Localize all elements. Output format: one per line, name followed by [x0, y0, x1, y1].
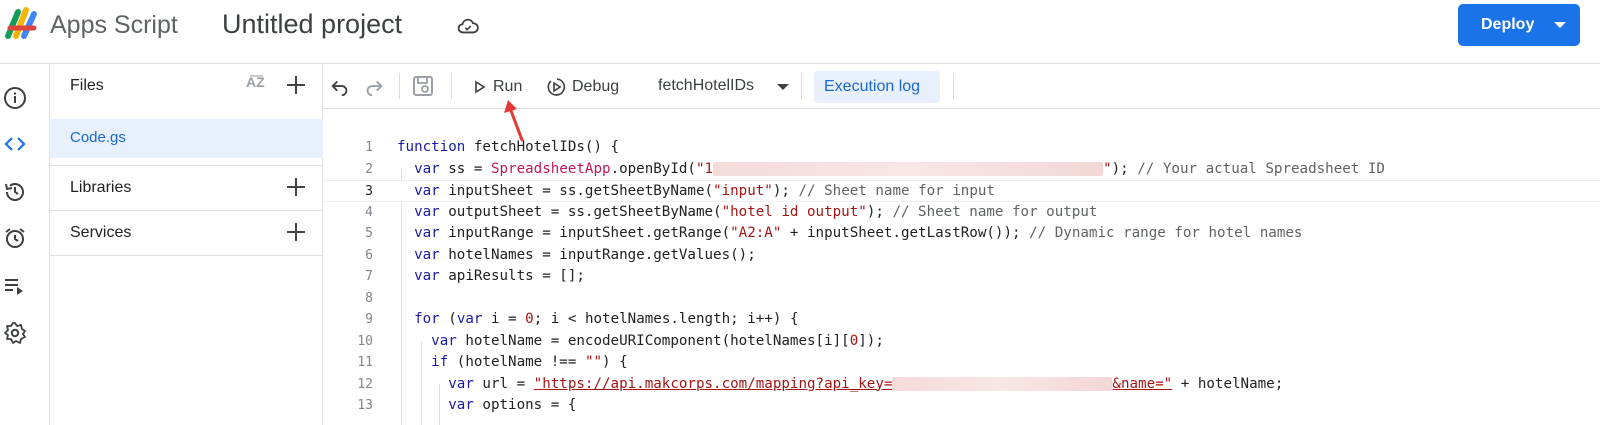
- line-number: 5: [365, 226, 373, 241]
- history-icon[interactable]: [1, 178, 29, 206]
- line-number: 6: [365, 247, 373, 263]
- project-title[interactable]: Untitled project: [222, 9, 402, 40]
- toolbar-separator: [953, 73, 954, 99]
- add-file-icon[interactable]: [285, 74, 307, 96]
- code-text: var options = {: [448, 397, 577, 413]
- code-text: var hotelName = encodeURIComponent(hotel…: [431, 332, 884, 349]
- libraries-row[interactable]: Libraries: [50, 166, 323, 210]
- line-number: 10: [357, 333, 373, 349]
- line-number: 1: [365, 140, 373, 155]
- code-text: var hotelNames = inputRange.getValues();: [414, 246, 756, 263]
- code-line: 2 var ss = SpreadsheetApp.openById("1 ");…: [323, 159, 1600, 181]
- deploy-dropdown-icon[interactable]: [1554, 22, 1566, 28]
- code-editor[interactable]: 1 function fetchHotelIDs() { 2 var ss = …: [323, 110, 1600, 425]
- run-label: Run: [493, 78, 523, 95]
- code-line: 11 if (hotelName !== "") {: [323, 352, 1600, 374]
- code-line: 10 var hotelName = encodeURIComponent(ho…: [323, 331, 1600, 353]
- code-line: 6 var hotelNames = inputRange.getValues(…: [323, 245, 1600, 267]
- code-line: 9 for (var i = 0; i < hotelNames.length;…: [323, 309, 1600, 331]
- files-header: Files A͞Z: [50, 64, 323, 108]
- add-service-icon[interactable]: [285, 221, 307, 243]
- code-text: var outputSheet = ss.getSheetByName("hot…: [414, 203, 1098, 220]
- debug-label: Debug: [572, 78, 620, 95]
- files-heading: Files: [70, 77, 104, 94]
- deploy-button[interactable]: Deploy: [1458, 4, 1580, 46]
- code-text: for (var i = 0; i < hotelNames.length; i…: [414, 311, 799, 327]
- alarm-trigger-icon[interactable]: [1, 224, 29, 252]
- line-number: 2: [365, 161, 373, 177]
- executions-icon[interactable]: [1, 272, 29, 300]
- left-nav-rail: [0, 64, 50, 425]
- line-number: 12: [357, 376, 373, 392]
- toolbar-separator: [451, 73, 452, 99]
- code-line: 8: [323, 288, 1600, 310]
- code-text: var url = "https://api.makcorps.com/mapp…: [448, 375, 1284, 392]
- cloud-saved-icon: [457, 18, 479, 34]
- code-text: var inputRange = inputSheet.getRange("A2…: [414, 225, 1303, 241]
- undo-icon[interactable]: [329, 76, 351, 98]
- function-dropdown-icon[interactable]: [777, 84, 789, 90]
- line-number: 7: [365, 269, 373, 284]
- code-line: 7 var apiResults = [];: [323, 266, 1600, 288]
- annotation-arrow: [504, 100, 524, 142]
- redacted-api-key: [892, 376, 1113, 391]
- line-number: 13: [357, 398, 373, 413]
- apps-script-logo[interactable]: [4, 6, 42, 40]
- function-select[interactable]: fetchHotelIDs: [658, 77, 754, 95]
- debug-button[interactable]: Debug: [547, 74, 619, 100]
- redo-icon[interactable]: [363, 76, 385, 98]
- files-panel: Files A͞Z Code.gs Libraries Services: [50, 64, 323, 425]
- top-bar: Apps Script Untitled project Deploy: [0, 0, 1600, 64]
- services-label: Services: [70, 224, 132, 241]
- code-text: if (hotelName !== "") {: [431, 354, 628, 370]
- execution-log-label: Execution log: [824, 78, 921, 95]
- services-row[interactable]: Services: [50, 211, 323, 255]
- code-editor-icon[interactable]: [1, 130, 29, 158]
- line-number: 4: [365, 204, 373, 220]
- code-line: 4 var outputSheet = ss.getSheetByName("h…: [323, 202, 1600, 224]
- code-line-current: 3 var inputSheet = ss.getSheetByName("in…: [323, 180, 1600, 202]
- line-number: 8: [365, 290, 373, 306]
- code-line: 12 var url = "https://api.makcorps.com/m…: [323, 374, 1600, 396]
- code-text: var ss = SpreadsheetApp.openById("1 "); /…: [414, 160, 1385, 177]
- play-icon: [475, 80, 486, 94]
- add-library-icon[interactable]: [285, 176, 307, 198]
- app-name: Apps Script: [50, 11, 178, 39]
- code-line: 5 var inputRange = inputSheet.getRange("…: [323, 223, 1600, 245]
- toolbar-separator: [801, 73, 802, 99]
- divider: [50, 255, 323, 256]
- execution-log-button[interactable]: Execution log: [814, 71, 940, 103]
- info-icon[interactable]: [1, 84, 29, 112]
- code-text: var inputSheet = ss.getSheetByName("inpu…: [414, 183, 995, 199]
- code-text: var apiResults = [];: [414, 268, 585, 284]
- code-line: 13 var options = {: [323, 395, 1600, 417]
- debug-icon: [547, 78, 566, 96]
- toolbar-separator: [399, 73, 400, 99]
- line-number: 9: [365, 312, 373, 327]
- deploy-label: Deploy: [1481, 16, 1535, 33]
- file-name: Code.gs: [70, 129, 126, 146]
- save-icon[interactable]: [411, 74, 435, 98]
- file-item-code-gs[interactable]: Code.gs: [50, 119, 323, 158]
- redacted-id: [713, 161, 1104, 176]
- sort-az-icon[interactable]: A͞Z: [246, 74, 265, 90]
- line-number: 11: [357, 355, 373, 370]
- line-number: 3: [365, 184, 373, 199]
- settings-gear-icon[interactable]: [1, 319, 29, 347]
- libraries-label: Libraries: [70, 179, 132, 196]
